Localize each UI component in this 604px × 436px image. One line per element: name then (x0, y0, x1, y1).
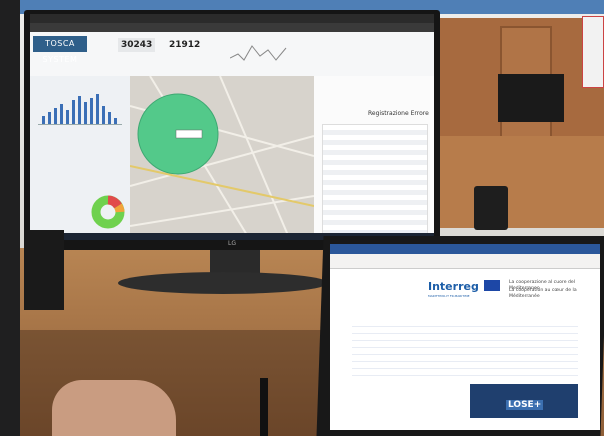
donut-chart (91, 195, 125, 229)
hand (52, 380, 176, 436)
histogram-bar (42, 116, 45, 124)
right-panel: Registrazione Errore (314, 76, 434, 240)
left-panel (30, 76, 130, 240)
eu-flag-icon (484, 280, 500, 291)
word-ribbon (330, 254, 600, 269)
monitor-brand: LG (228, 240, 236, 247)
histogram-bar (90, 98, 93, 124)
lose-logo: LOSE+ (470, 384, 578, 418)
cable (260, 378, 268, 436)
histogram-bar (102, 106, 105, 124)
kpi-value-2: 21912 (169, 40, 201, 50)
app-header: TOSCA SYSTEM 30243 21912 (30, 32, 434, 77)
warning-sign (582, 16, 604, 88)
histogram-bar (96, 94, 99, 124)
data-table[interactable] (322, 124, 428, 234)
histogram-bar (60, 104, 63, 124)
document-body (352, 320, 578, 376)
word-titlebar (330, 244, 600, 254)
desk-speaker (474, 186, 508, 230)
interreg-subtitle: MARITTIMO-IT FR-MARITIME (428, 294, 470, 298)
panel-title: Registrazione Errore (368, 110, 429, 117)
browser-address-bar (30, 23, 434, 32)
histogram-bar (66, 110, 69, 124)
left-frame-strip (0, 0, 20, 436)
pc-tower (24, 230, 64, 310)
monitor-base (118, 272, 328, 294)
histogram-bar (84, 102, 87, 124)
histogram (38, 84, 122, 125)
histogram-bar (54, 108, 57, 124)
back-shelf (440, 136, 604, 228)
header-sparkline (230, 45, 287, 61)
monitor-screen: TOSCA SYSTEM 30243 21912 Registrazione E… (30, 14, 434, 240)
laptop-screen: Interreg MARITTIMO-IT FR-MARITIME La coo… (330, 244, 600, 430)
background-monitor (498, 74, 564, 122)
histogram-bar (78, 96, 81, 124)
histogram-bar (48, 112, 51, 124)
histogram-bar (114, 118, 117, 124)
map-popup[interactable] (175, 129, 203, 139)
histogram-bar (72, 100, 75, 124)
app-logo: TOSCA SYSTEM (33, 36, 87, 64)
lose-logo-text: LOSE+ (506, 400, 544, 410)
kpi-value-1: 30243 (118, 38, 156, 52)
browser-tabs (30, 14, 434, 23)
histogram-bar (108, 112, 111, 124)
interreg-logo-text: Interreg (428, 280, 479, 293)
tagline-fr: La coopération au cœur de la Méditerrané… (509, 288, 577, 299)
map-streets (129, 75, 315, 240)
map-view[interactable] (129, 75, 315, 240)
word-document: Interreg MARITTIMO-IT FR-MARITIME La coo… (344, 272, 586, 430)
